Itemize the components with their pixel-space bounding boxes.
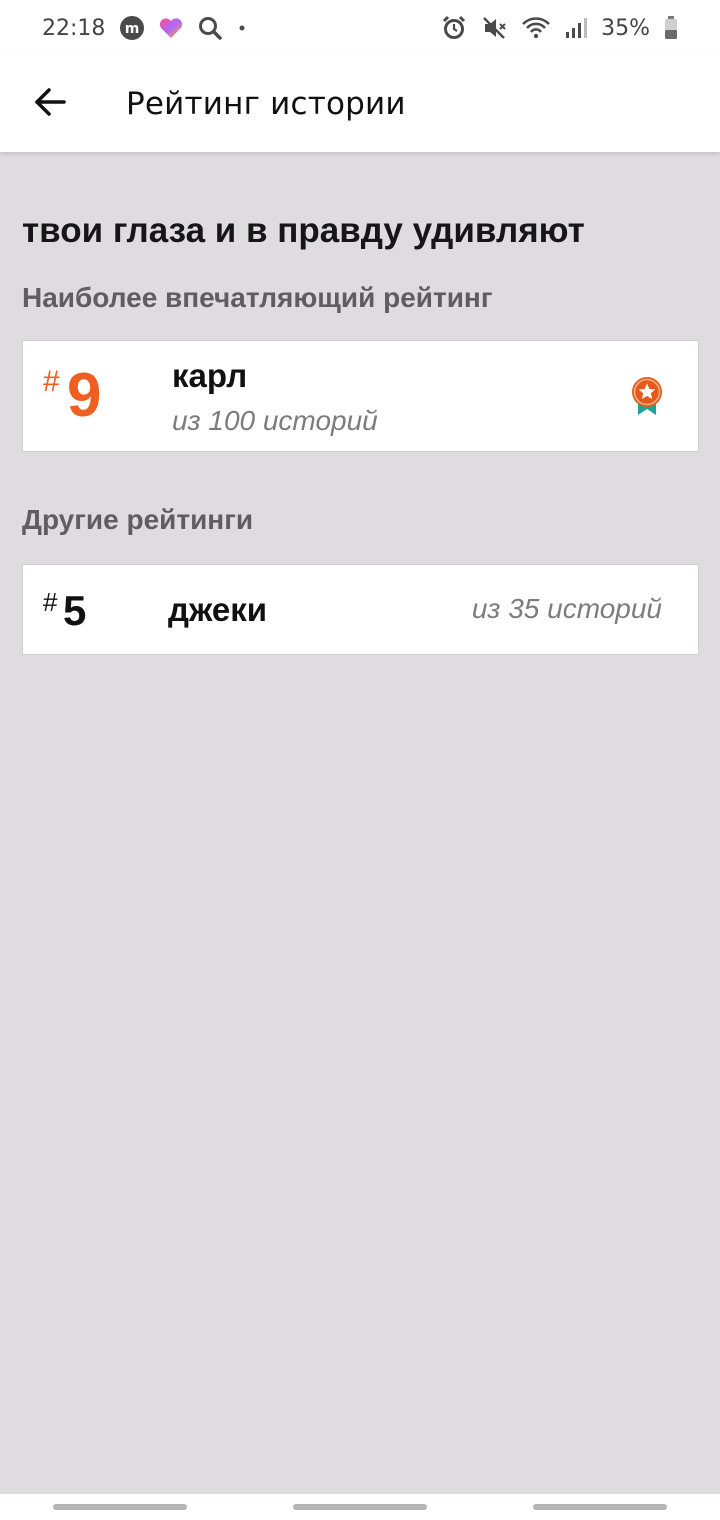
ranking-name: карл	[172, 357, 248, 394]
ranking-name: джеки	[168, 591, 268, 628]
nav-recent-button[interactable]	[53, 1504, 187, 1510]
page-title: Рейтинг истории	[126, 86, 406, 122]
wifi-icon	[521, 16, 551, 40]
back-button[interactable]	[20, 74, 80, 134]
nav-back-button[interactable]	[533, 1504, 667, 1510]
mute-icon	[481, 15, 507, 41]
rank-hash: #	[43, 365, 60, 398]
battery-percent: 35%	[601, 15, 650, 41]
rank-hash: #	[43, 587, 58, 617]
ranking-subtitle: из 100 историй	[172, 405, 378, 436]
rank-number: 5	[63, 587, 87, 634]
medal-star-icon	[629, 375, 665, 417]
status-bar: 22:18 m 35%	[0, 0, 720, 56]
nav-home-button[interactable]	[293, 1504, 427, 1510]
main-content: твои глаза и в правду удивляют Наиболее …	[22, 152, 699, 655]
arrow-left-icon	[33, 87, 67, 121]
alarm-icon	[441, 15, 467, 41]
svg-text:m: m	[125, 21, 140, 37]
signal-icon	[565, 17, 588, 39]
battery-icon	[664, 16, 678, 40]
status-right: 35%	[441, 15, 678, 41]
heart-app-icon	[159, 17, 183, 39]
dot-icon	[237, 23, 247, 33]
status-left: 22:18 m	[42, 15, 247, 41]
ranking-list-item[interactable]: # 5 джеки из 35 историй	[22, 564, 699, 655]
app-bar: Рейтинг истории	[0, 56, 720, 152]
rank-number: 9	[67, 361, 102, 430]
system-nav-bar	[0, 1494, 720, 1520]
m-app-icon: m	[119, 15, 145, 41]
ranking-subtitle: из 35 историй	[471, 593, 662, 624]
status-time: 22:18	[42, 15, 106, 41]
top-ranking-card[interactable]: # 9 карл из 100 историй	[22, 340, 699, 452]
other-rankings-section-label: Другие рейтинги	[22, 504, 254, 535]
search-icon	[197, 15, 223, 41]
story-title: твои глаза и в правду удивляют	[22, 211, 585, 250]
top-ranking-section-label: Наиболее впечатляющий рейтинг	[22, 282, 493, 313]
